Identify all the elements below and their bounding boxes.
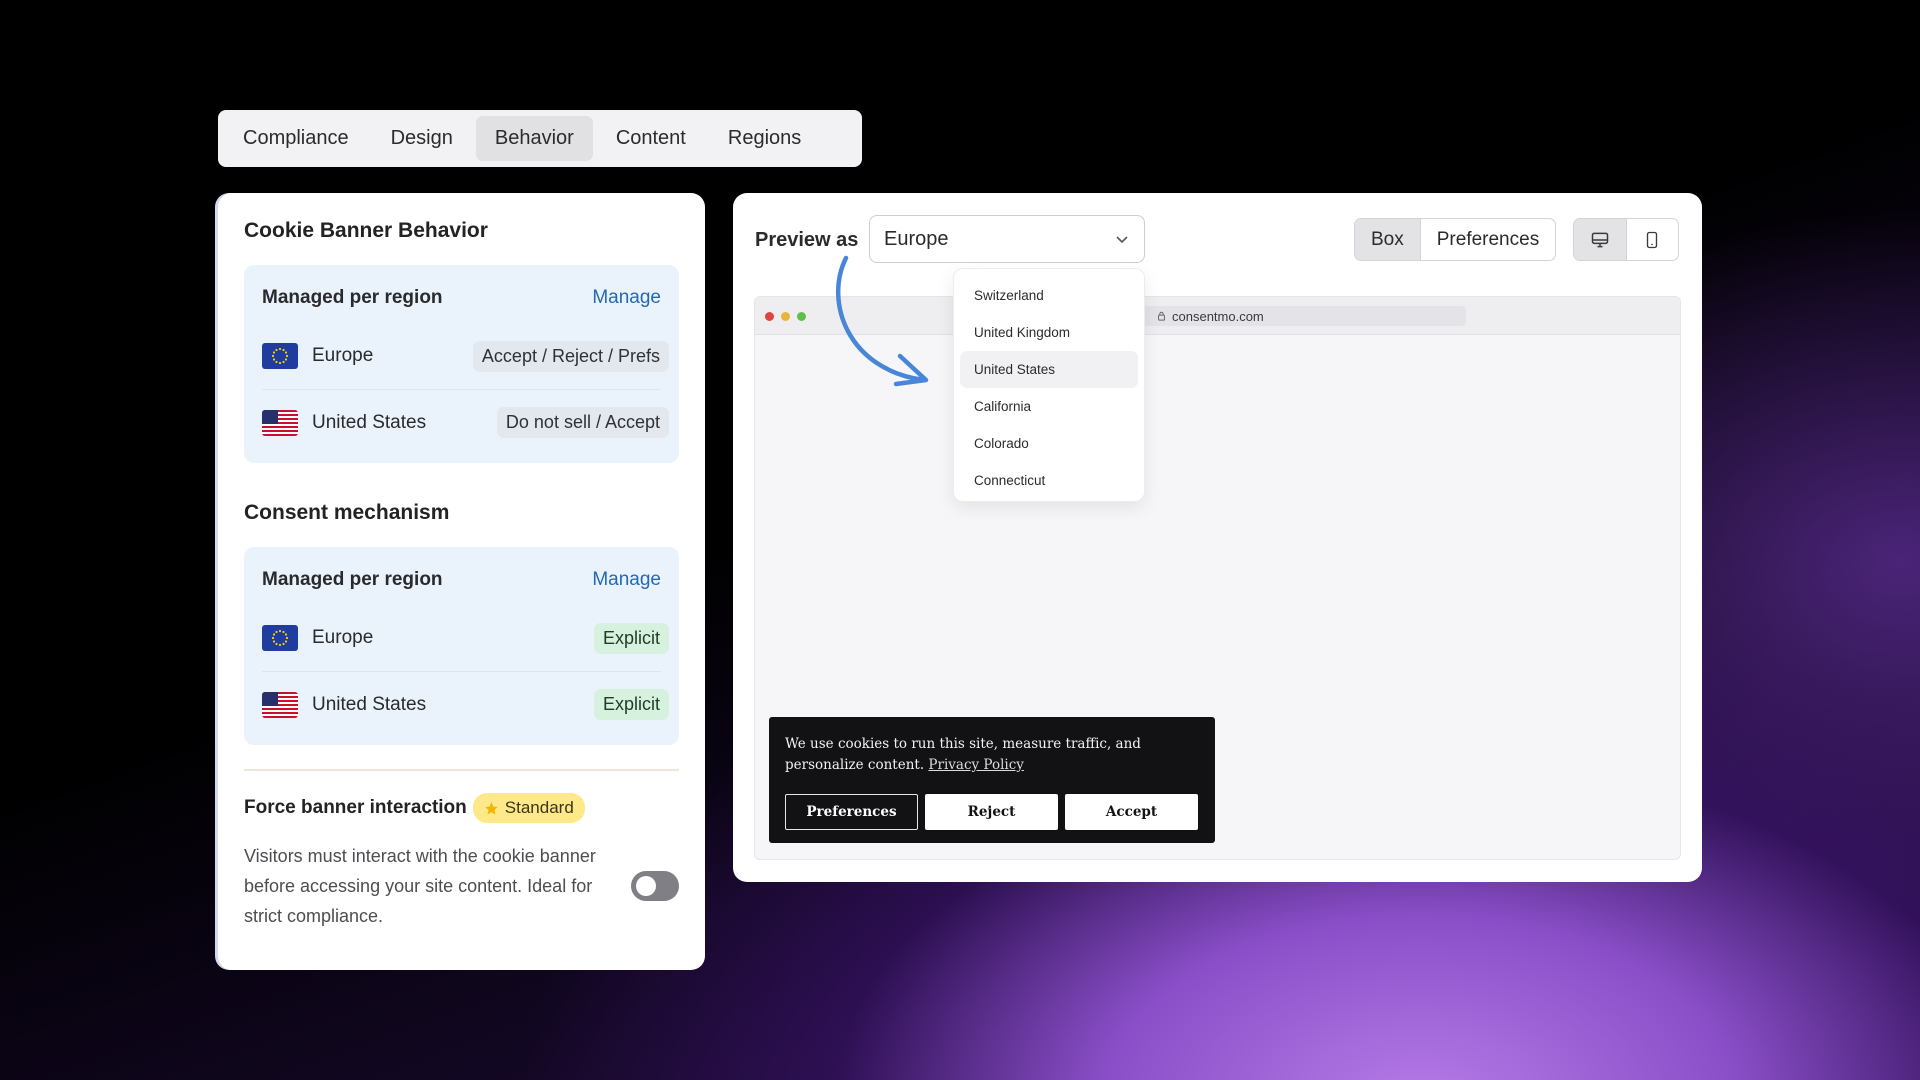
plan-badge: Standard: [472, 793, 585, 823]
cookie-banner-behavior-title: Cookie Banner Behavior: [244, 219, 488, 242]
minimize-dot-icon: [781, 312, 790, 321]
star-icon: [485, 801, 498, 814]
mobile-view-button[interactable]: [1627, 219, 1679, 260]
selected-region: Europe: [884, 227, 949, 250]
force-interaction-header: Force banner interaction Standard: [244, 793, 679, 823]
region-box-header: Managed per region Manage: [262, 287, 661, 309]
eu-flag-icon: [262, 343, 298, 369]
consent-value-pill: Explicit: [593, 689, 669, 720]
region-box-header: Managed per region Manage: [262, 569, 661, 591]
url-text: consentmo.com: [1172, 308, 1264, 324]
cookie-banner: We use cookies to run this site, measure…: [769, 717, 1215, 843]
managed-per-region-label: Managed per region: [262, 287, 443, 308]
us-flag-icon: [262, 691, 298, 718]
lock-icon: [1158, 311, 1165, 321]
dropdown-option[interactable]: Connecticut: [960, 462, 1138, 499]
manage-consent-link[interactable]: Manage: [592, 569, 661, 591]
tab-compliance[interactable]: Compliance: [224, 116, 368, 161]
region-dropdown: Switzerland United Kingdom United States…: [953, 268, 1145, 502]
force-interaction-description: Visitors must interact with the cookie b…: [244, 846, 596, 926]
toggle-knob: [636, 876, 656, 896]
behavior-region-box: Managed per region Manage Europe Accept …: [244, 265, 679, 463]
maximize-dot-icon: [797, 312, 806, 321]
banner-reject-button[interactable]: Reject: [925, 794, 1058, 830]
behavior-panel: Cookie Banner Behavior Managed per regio…: [218, 193, 705, 970]
banner-preferences-button[interactable]: Preferences: [785, 794, 918, 830]
tab-regions[interactable]: Regions: [709, 116, 820, 161]
region-name: Europe: [312, 627, 374, 648]
cookie-banner-actions: Preferences Reject Accept: [785, 794, 1199, 830]
force-interaction-title: Force banner interaction: [244, 797, 467, 818]
mobile-icon: [1647, 231, 1658, 248]
region-name: United States: [312, 693, 427, 715]
banner-accept-button[interactable]: Accept: [1065, 794, 1198, 830]
device-toggle: [1573, 218, 1679, 261]
dropdown-option[interactable]: California: [960, 388, 1138, 425]
section-divider: [244, 769, 679, 771]
privacy-policy-link[interactable]: Privacy Policy: [928, 757, 1024, 773]
region-row-united-states: United States Do not sell / Accept: [262, 389, 669, 455]
curved-arrow-icon: [836, 255, 929, 387]
address-bar: consentmo.com: [1143, 306, 1466, 326]
eu-flag-icon: [262, 625, 298, 651]
tab-design[interactable]: Design: [372, 116, 472, 161]
consent-mechanism-title: Consent mechanism: [244, 501, 450, 524]
region-row-united-states: United States Explicit: [262, 671, 669, 737]
desktop-icon: [1591, 232, 1608, 247]
dropdown-option[interactable]: United States: [960, 351, 1138, 388]
preview-mode-toggle: Box Preferences: [1354, 218, 1557, 261]
us-flag-icon: [262, 409, 298, 436]
mode-preferences-button[interactable]: Preferences: [1421, 219, 1555, 260]
preview-as-label: Preview as: [755, 229, 859, 251]
dropdown-option[interactable]: United Kingdom: [960, 314, 1138, 351]
settings-tabs: Compliance Design Behavior Content Regio…: [218, 110, 862, 167]
force-interaction-toggle[interactable]: [631, 871, 679, 901]
chevron-down-icon: [1116, 236, 1128, 244]
region-row-europe: Europe Accept / Reject / Prefs: [262, 323, 669, 389]
mode-box-button[interactable]: Box: [1355, 219, 1421, 260]
tab-behavior[interactable]: Behavior: [475, 116, 593, 161]
region-name: Europe: [312, 345, 374, 366]
force-interaction-body: Visitors must interact with the cookie b…: [244, 841, 679, 931]
region-row-europe: Europe Explicit: [262, 605, 669, 671]
tab-content[interactable]: Content: [597, 116, 705, 161]
behavior-value-pill: Do not sell / Accept: [496, 407, 669, 438]
dropdown-option[interactable]: Colorado: [960, 425, 1138, 462]
managed-per-region-label: Managed per region: [262, 569, 443, 590]
cookie-banner-text: We use cookies to run this site, measure…: [785, 734, 1199, 776]
close-dot-icon: [765, 312, 774, 321]
region-name: United States: [312, 411, 427, 433]
behavior-value-pill: Accept / Reject / Prefs: [472, 340, 669, 372]
consent-value-pill: Explicit: [593, 622, 669, 654]
manage-behavior-link[interactable]: Manage: [592, 287, 661, 309]
dropdown-option[interactable]: Switzerland: [960, 277, 1138, 314]
consent-region-box: Managed per region Manage Europe Explici…: [244, 547, 679, 745]
plan-badge-label: Standard: [504, 798, 574, 817]
desktop-view-button[interactable]: [1574, 219, 1627, 260]
